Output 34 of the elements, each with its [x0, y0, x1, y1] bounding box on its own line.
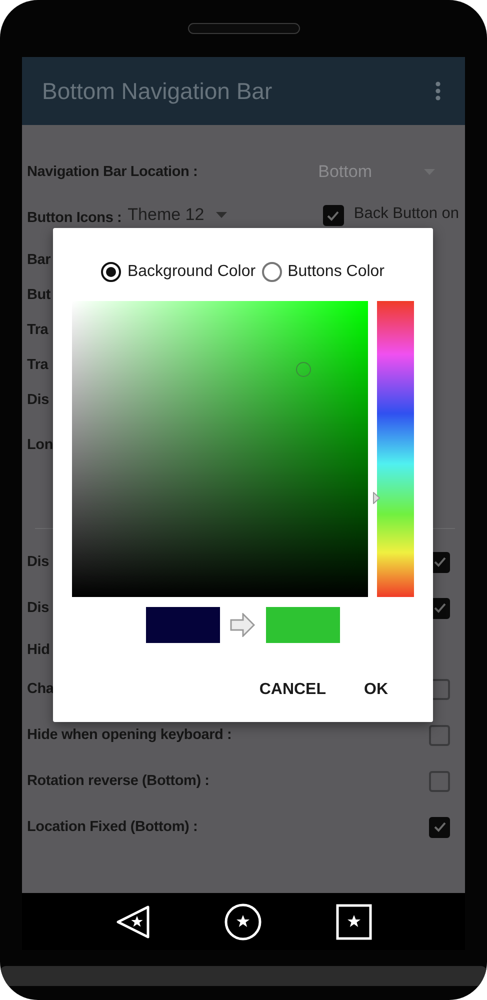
setting-label: But	[27, 286, 51, 302]
checkbox[interactable]	[429, 770, 450, 792]
checkbox[interactable]	[429, 816, 450, 838]
saturation-brightness-area[interactable]	[72, 301, 368, 597]
checkbox[interactable]	[322, 205, 344, 226]
checkbox-label: Back Button on	[354, 205, 459, 223]
dialog-button[interactable]: CANCEL	[253, 673, 332, 707]
setting-label: Dis	[27, 554, 49, 570]
setting-label: Lon	[27, 437, 53, 453]
setting-label: Location Fixed (Bottom) :	[27, 819, 198, 835]
arrow-right-icon	[230, 613, 256, 637]
hue-thumb[interactable]	[373, 492, 380, 504]
setting-label: Button Icons :	[27, 210, 122, 226]
checkbox[interactable]	[429, 724, 450, 746]
radio-option[interactable]: Background Color	[101, 262, 256, 282]
setting-label: Hide when opening keyboard :	[27, 727, 232, 743]
color-cursor[interactable]	[296, 362, 311, 378]
setting-label: Navigation Bar Location :	[27, 164, 198, 180]
back-star-icon[interactable]	[116, 904, 150, 938]
setting-label: Bar	[27, 252, 51, 268]
caret-icon	[216, 212, 228, 218]
app-title: Bottom Navigation Bar	[42, 78, 272, 104]
radio-option[interactable]: Buttons Color	[262, 262, 384, 282]
setting-label: Dis	[27, 392, 49, 408]
radio-label: Buttons Color	[288, 263, 384, 281]
setting-label: Cha	[27, 681, 54, 697]
radio-label: Background Color	[127, 263, 256, 281]
setting-label: Rotation reverse (Bottom) :	[27, 773, 210, 789]
setting-label: Tra	[27, 356, 48, 372]
setting-label: Dis	[27, 600, 49, 616]
more-menu-icon[interactable]	[435, 81, 441, 101]
setting-label: Tra	[27, 322, 48, 338]
dialog-button[interactable]: OK	[358, 673, 394, 707]
setting-label: Hid	[27, 642, 50, 658]
